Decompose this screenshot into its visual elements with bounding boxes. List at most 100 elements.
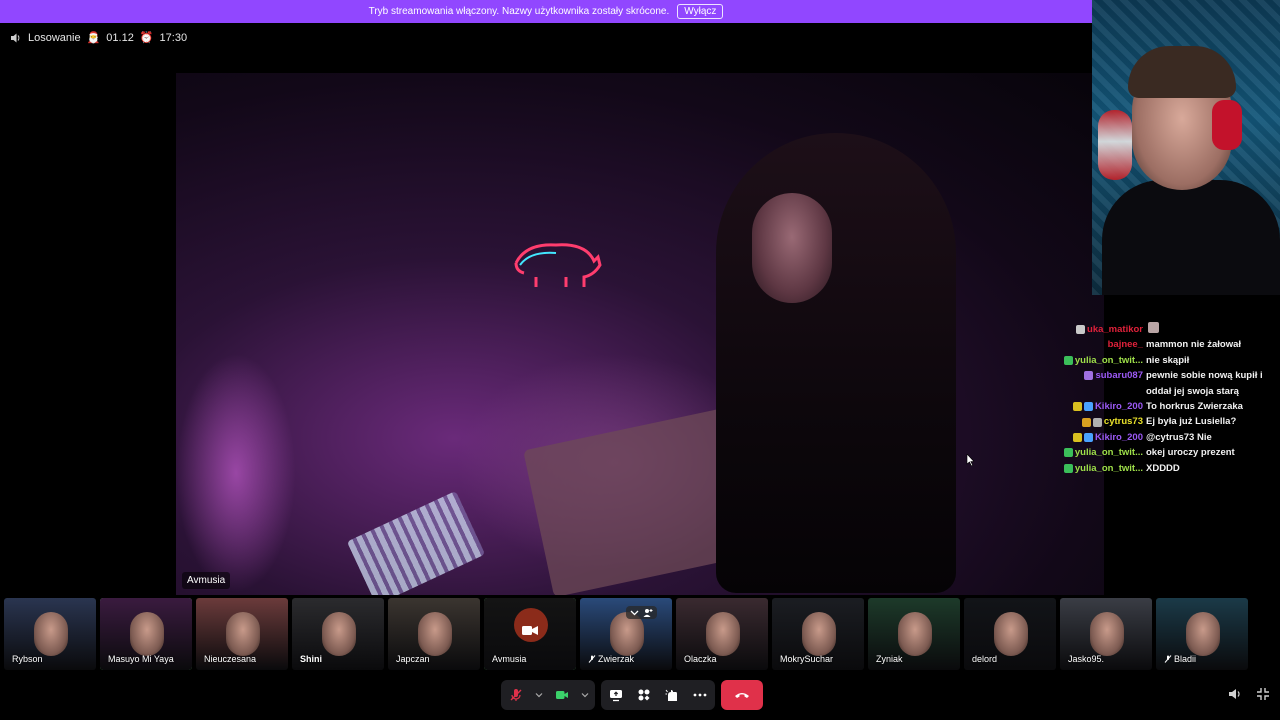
- participant-tile[interactable]: MokrySuchar: [772, 598, 864, 670]
- call-controls: [501, 679, 763, 711]
- chat-badge-icon: [1072, 402, 1082, 412]
- chat-username[interactable]: bajnee_: [1108, 337, 1143, 352]
- volume-icon[interactable]: [1228, 687, 1242, 701]
- chat-text: mammon nie żałował: [1146, 339, 1242, 351]
- main-video-stream[interactable]: Avmusia: [176, 73, 1104, 595]
- headset: [1212, 100, 1242, 150]
- participant-tile[interactable]: Jasko95.: [1060, 598, 1152, 670]
- participant-person: [994, 612, 1028, 656]
- participant-label: Avmusia: [492, 654, 526, 664]
- participant-name: Nieuczesana: [204, 654, 257, 664]
- participant-tile[interactable]: Shini: [292, 598, 384, 670]
- participant-person: [898, 612, 932, 656]
- chat-message-meta: Kikiro_200: [1060, 430, 1146, 445]
- call-time: 17:30: [159, 31, 188, 44]
- participant-strip: Rybson Masuyo Mi Yaya Nieuczesana Shini Japc…: [0, 598, 1280, 670]
- chat-message: Kikiro_200 To horkrus Zwierzaka: [1060, 399, 1270, 414]
- mouse-cursor-icon: [966, 454, 974, 466]
- participant-tile[interactable]: Bladii: [1156, 598, 1248, 670]
- chat-text: okej uroczy prezent: [1146, 447, 1235, 459]
- participant-tile[interactable]: delord: [964, 598, 1056, 670]
- chat-username[interactable]: Kikiro_200: [1095, 399, 1143, 414]
- participant-name: Jasko95.: [1068, 654, 1105, 664]
- participant-name: Masuyo Mi Yaya: [108, 654, 174, 664]
- participant-name: Zwierzak: [598, 654, 635, 664]
- chat-message: uka_matikor: [1060, 322, 1270, 337]
- chat-username[interactable]: cytrus73: [1104, 414, 1143, 429]
- chat-username[interactable]: Kikiro_200: [1095, 430, 1143, 445]
- screen-share-icon[interactable]: [607, 686, 625, 704]
- chat-badge-icon: [1072, 433, 1082, 443]
- chat-message-meta: yulia_on_twit...: [1060, 461, 1146, 476]
- hang-up-icon: [735, 693, 749, 698]
- santa-figurine: [1098, 110, 1132, 180]
- hang-up-button[interactable]: [721, 680, 763, 710]
- participant-label: Zyniak: [876, 654, 903, 664]
- streamer-figure: [716, 133, 956, 593]
- tile-hover-controls: [626, 606, 657, 619]
- participant-tile[interactable]: Zwierzak: [580, 598, 672, 670]
- participant-person: [1186, 612, 1220, 656]
- call-info: Losowanie 🎅 01.12 ⏰ 17:30: [10, 31, 187, 44]
- effects-icon[interactable]: [663, 686, 681, 704]
- chat-badge-icon: [1076, 325, 1086, 335]
- chat-badge-icon: [1081, 417, 1091, 427]
- camera-options-chevron-icon[interactable]: [581, 691, 589, 699]
- chat-username[interactable]: yulia_on_twit...: [1075, 461, 1143, 476]
- participant-tile[interactable]: Rybson: [4, 598, 96, 670]
- chat-message: bajnee_ mammon nie żałował: [1060, 337, 1270, 352]
- participant-label: Rybson: [12, 654, 43, 664]
- chat-badge-icon: [1063, 448, 1073, 458]
- participant-person: [418, 612, 452, 656]
- mic-muted-icon[interactable]: [507, 686, 525, 704]
- chat-badge-icon: [1063, 463, 1073, 473]
- call-date: 01.12: [106, 31, 134, 44]
- participant-tile[interactable]: Japczan: [388, 598, 480, 670]
- participant-person: [802, 612, 836, 656]
- speaker-icon[interactable]: [10, 32, 22, 44]
- participant-tile[interactable]: Olaczka: [676, 598, 768, 670]
- exit-fullscreen-icon[interactable]: [1256, 687, 1270, 701]
- chat-message-meta: subaru087: [1060, 368, 1146, 383]
- chat-username[interactable]: subaru087: [1095, 368, 1143, 383]
- chat-message-meta: yulia_on_twit...: [1060, 353, 1146, 368]
- participant-label: Japczan: [396, 654, 430, 664]
- webcam-body: [1102, 180, 1280, 295]
- chat-text: To horkrus Zwierzaka: [1146, 401, 1243, 413]
- banner-text: Tryb streamowania włączony. Nazwy użytko…: [368, 6, 670, 17]
- chat-emote-icon: [1148, 322, 1159, 333]
- chat-badge-icon: [1083, 433, 1093, 443]
- participant-name: Olaczka: [684, 654, 717, 664]
- av-controls: [501, 680, 595, 710]
- participant-person: [706, 612, 740, 656]
- participant-label: Bladii: [1164, 654, 1196, 664]
- participant-name: Japczan: [396, 654, 430, 664]
- participant-tile[interactable]: Nieuczesana: [196, 598, 288, 670]
- chat-username[interactable]: uka_matikor: [1087, 322, 1143, 337]
- more-icon[interactable]: [691, 686, 709, 704]
- participant-tile[interactable]: Avmusia: [484, 598, 576, 670]
- participant-tile[interactable]: Masuyo Mi Yaya: [100, 598, 192, 670]
- calendar-santa-icon: 🎅: [86, 32, 101, 44]
- participant-tile[interactable]: Zyniak: [868, 598, 960, 670]
- chat-text: @cytrus73 Nie: [1146, 431, 1212, 443]
- chat-message-meta: yulia_on_twit...: [1060, 445, 1146, 460]
- monitor-glow: [176, 353, 296, 593]
- participant-label: MokrySuchar: [780, 654, 833, 664]
- chevron-down-icon[interactable]: [630, 608, 639, 617]
- activities-icon[interactable]: [635, 686, 653, 704]
- twitch-chat-overlay: uka_matikor bajnee_ mammon nie żałował yuli…: [1060, 322, 1270, 476]
- webcam-hair: [1128, 46, 1236, 98]
- participant-name: Bladii: [1174, 654, 1197, 664]
- mic-options-chevron-icon[interactable]: [535, 691, 543, 699]
- disable-streamer-mode-button[interactable]: Wyłącz: [677, 4, 724, 19]
- participant-name: MokrySuchar: [780, 654, 834, 664]
- chat-message-meta: Kikiro_200: [1060, 399, 1146, 414]
- chat-username[interactable]: yulia_on_twit...: [1075, 353, 1143, 368]
- chat-username[interactable]: yulia_on_twit...: [1075, 445, 1143, 460]
- chat-badge-icon: [1083, 402, 1093, 412]
- chat-message: yulia_on_twit... okej uroczy prezent: [1060, 445, 1270, 460]
- participant-name: Avmusia: [492, 654, 527, 664]
- camera-icon[interactable]: [553, 686, 571, 704]
- add-friend-icon[interactable]: [643, 608, 653, 617]
